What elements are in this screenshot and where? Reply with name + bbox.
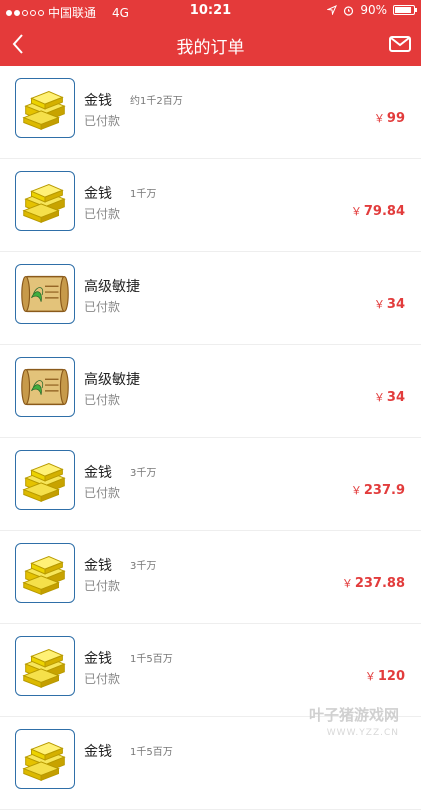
item-name: 高级敏捷 <box>84 279 140 295</box>
scroll-icon <box>15 357 75 417</box>
item-price: ￥ 237.9 <box>351 482 405 498</box>
currency-symbol: ￥ <box>350 205 362 218</box>
mail-icon <box>389 36 411 52</box>
watermark-logo: 叶子猪游戏网 <box>308 706 399 724</box>
alarm-icon <box>344 5 354 16</box>
currency-symbol: ￥ <box>373 298 385 311</box>
payment-status: 已付款 <box>84 672 121 686</box>
item-quantity: 1千5百万 <box>130 747 173 758</box>
battery-icon <box>393 5 417 15</box>
gold-bars-icon <box>15 729 75 789</box>
gold-bars-icon <box>15 450 75 510</box>
page-title: 我的订单 <box>176 38 245 58</box>
item-quantity: 约1千2百万 <box>130 96 183 107</box>
payment-status: 已付款 <box>84 579 121 593</box>
order-item[interactable]: 金钱 1千万 已付款 ￥ 79.84 <box>0 159 421 252</box>
item-price: ￥ 34 <box>374 296 405 312</box>
currency-symbol: ￥ <box>373 112 385 125</box>
order-item[interactable]: 金钱 3千万 已付款 ￥ 237.9 <box>0 438 421 531</box>
item-name: 金钱 <box>84 93 112 109</box>
battery-percent: 90% <box>360 3 387 17</box>
item-name: 金钱 <box>84 465 112 481</box>
mail-button[interactable] <box>385 29 415 59</box>
gold-bars-icon <box>15 171 75 231</box>
item-name: 金钱 <box>84 651 112 667</box>
item-name: 高级敏捷 <box>84 372 140 388</box>
currency-symbol: ￥ <box>364 670 376 683</box>
item-name: 金钱 <box>84 744 112 760</box>
item-name: 金钱 <box>84 558 112 574</box>
currency-symbol: ￥ <box>341 577 353 590</box>
item-price: ￥ 120 <box>365 668 405 684</box>
order-item[interactable]: 金钱 3千万 已付款 ￥ 237.88 <box>0 531 421 624</box>
item-price: ￥ 79.84 <box>351 203 405 219</box>
item-price <box>403 761 405 776</box>
item-quantity: 3千万 <box>130 468 157 479</box>
price-amount: 237.88 <box>354 576 405 591</box>
gold-bars-icon <box>15 636 75 696</box>
scroll-icon <box>15 264 75 324</box>
payment-status: 已付款 <box>84 393 121 407</box>
order-item[interactable]: 金钱 约1千2百万 已付款 ￥ 99 <box>0 66 421 159</box>
status-bar: 中国联通 4G 10:21 90% <box>0 0 421 22</box>
currency-symbol: ￥ <box>373 391 385 404</box>
item-quantity: 1千5百万 <box>130 654 173 665</box>
payment-status: 已付款 <box>84 300 121 314</box>
nav-bar: 我的订单 <box>0 22 421 66</box>
price-amount: 99 <box>386 111 405 126</box>
payment-status: 已付款 <box>84 207 121 221</box>
item-price: ￥ 34 <box>374 389 405 405</box>
watermark-url: WWW.YZZ.CN <box>326 728 399 738</box>
item-price: ￥ 237.88 <box>342 575 405 591</box>
gold-bars-icon <box>15 543 75 603</box>
order-item[interactable]: 高级敏捷已付款 ￥ 34 <box>0 345 421 438</box>
payment-status: 已付款 <box>84 486 121 500</box>
price-amount: 237.9 <box>363 483 405 498</box>
order-list: 金钱 约1千2百万 已付款 ￥ 99 金钱 1千万 已付款 ￥ 79.84 高级敏捷 已付款 ￥ 34… <box>0 66 421 810</box>
item-quantity: 3千万 <box>130 561 157 572</box>
location-icon <box>327 5 338 15</box>
status-right: 90% <box>327 3 417 17</box>
order-item[interactable]: 高级敏捷已付款 ￥ 34 <box>0 252 421 345</box>
price-amount: 34 <box>386 297 405 312</box>
gold-bars-icon <box>15 78 75 138</box>
item-quantity: 1千万 <box>130 189 157 200</box>
price-amount: 34 <box>386 390 405 405</box>
currency-symbol: ￥ <box>350 484 362 497</box>
item-name: 金钱 <box>84 186 112 202</box>
price-amount: 120 <box>377 669 405 684</box>
payment-status: 已付款 <box>84 114 121 128</box>
price-amount: 79.84 <box>363 204 405 219</box>
item-price: ￥ 99 <box>374 110 405 126</box>
